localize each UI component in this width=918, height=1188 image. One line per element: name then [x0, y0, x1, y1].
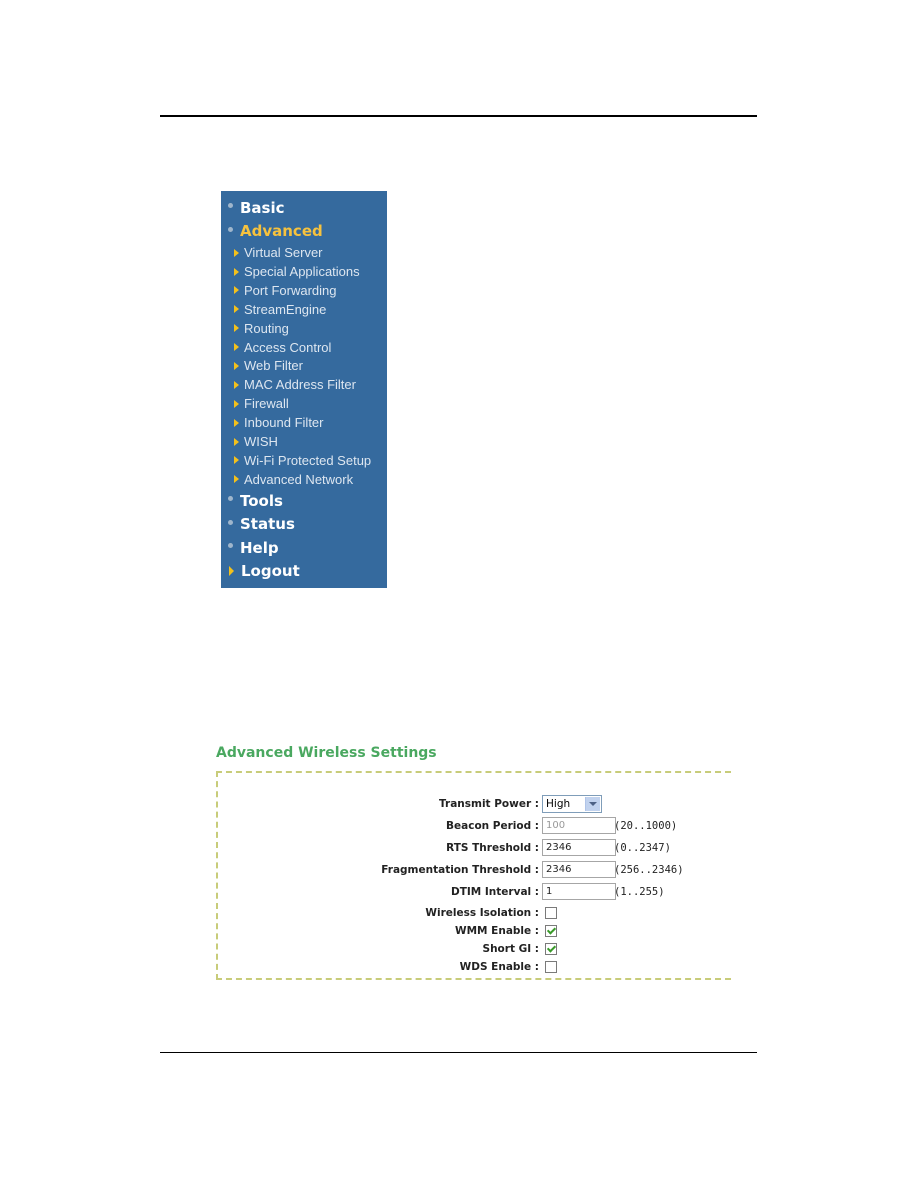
transmit-power-row: Transmit Power : High — [218, 795, 731, 813]
arrow-right-icon — [234, 361, 239, 370]
beacon-period-row: Beacon Period : 100 (20..1000) — [218, 817, 731, 835]
bullet-dot-icon — [228, 496, 233, 502]
bullet-dot-icon — [228, 226, 233, 232]
sidebar-subitem-firewall[interactable]: Firewall — [221, 394, 387, 413]
sidebar-subitem-inbound-filter[interactable]: Inbound Filter — [221, 413, 387, 432]
bullet-dot-icon — [228, 203, 233, 209]
sidebar-subitem-label: Access Control — [244, 339, 332, 355]
arrow-right-icon — [234, 399, 239, 408]
chevron-down-icon[interactable] — [585, 797, 600, 811]
sidebar-subitem-wish[interactable]: WISH — [221, 432, 387, 451]
select-value: High — [546, 798, 571, 810]
arrow-right-icon — [234, 475, 239, 484]
arrow-right-icon — [234, 286, 239, 295]
sidebar-menu: Basic Advanced Virtual Server Special Ap… — [221, 191, 387, 588]
sidebar-subitem-special-applications[interactable]: Special Applications — [221, 262, 387, 281]
bullet-dot-icon — [228, 543, 233, 549]
sidebar-item-tools[interactable]: Tools — [221, 489, 387, 513]
sidebar-subitem-label: MAC Address Filter — [244, 377, 356, 393]
arrow-right-icon — [234, 324, 239, 333]
sidebar-subitem-label: Advanced Network — [244, 471, 354, 487]
sidebar-subitem-access-control[interactable]: Access Control — [221, 338, 387, 357]
sidebar-item-label: Advanced — [240, 222, 323, 241]
sidebar-subitem-streamengine[interactable]: StreamEngine — [221, 300, 387, 319]
sidebar-subitem-routing[interactable]: Routing — [221, 319, 387, 338]
rts-threshold-input[interactable]: 2346 — [542, 839, 616, 856]
section-title: Advanced Wireless Settings — [216, 745, 437, 761]
sidebar-item-label: Basic — [240, 198, 285, 217]
sidebar-subitem-label: Routing — [244, 320, 289, 336]
field-range-hint: (20..1000) — [614, 820, 678, 832]
wds-enable-checkbox[interactable] — [545, 961, 557, 973]
arrow-right-icon — [234, 456, 239, 465]
field-range-hint: (1..255) — [614, 886, 665, 898]
arrow-right-icon — [234, 437, 239, 446]
header-rule — [160, 115, 757, 117]
field-range-hint: (256..2346) — [614, 864, 684, 876]
sidebar-subitem-label: Special Applications — [244, 264, 360, 280]
sidebar-item-label: Status — [240, 515, 295, 534]
sidebar-item-help[interactable]: Help — [221, 536, 387, 560]
arrow-right-icon — [234, 267, 239, 276]
wireless-isolation-checkbox[interactable] — [545, 907, 557, 919]
field-range-hint: (0..2347) — [614, 842, 671, 854]
arrow-right-icon — [234, 248, 239, 257]
sidebar-subitem-web-filter[interactable]: Web Filter — [221, 357, 387, 376]
sidebar-subitem-port-forwarding[interactable]: Port Forwarding — [221, 281, 387, 300]
sidebar-item-logout[interactable]: Logout — [221, 560, 387, 584]
sidebar-subitem-virtual-server[interactable]: Virtual Server — [221, 243, 387, 262]
fragmentation-threshold-input[interactable]: 2346 — [542, 861, 616, 878]
sidebar-subitem-wifi-protected-setup[interactable]: Wi-Fi Protected Setup — [221, 451, 387, 470]
sidebar-item-advanced[interactable]: Advanced — [221, 220, 387, 244]
field-label: Short GI : — [482, 943, 539, 955]
sidebar-subitem-advanced-network[interactable]: Advanced Network — [221, 470, 387, 489]
sidebar-subitem-label: StreamEngine — [244, 301, 327, 317]
sidebar-item-label: Logout — [241, 562, 300, 581]
field-label: Transmit Power : — [439, 798, 539, 810]
arrow-right-icon — [234, 305, 239, 314]
advanced-wireless-settings-panel: Transmit Power : High Beacon Period : 10… — [216, 771, 731, 980]
sidebar-item-status[interactable]: Status — [221, 512, 387, 536]
wireless-isolation-row: Wireless Isolation : — [218, 904, 731, 922]
field-label: WMM Enable : — [455, 925, 539, 937]
short-gi-checkbox[interactable] — [545, 943, 557, 955]
wmm-enable-checkbox[interactable] — [545, 925, 557, 937]
beacon-period-input[interactable]: 100 — [542, 817, 616, 834]
bullet-dot-icon — [228, 519, 233, 525]
transmit-power-select[interactable]: High — [542, 795, 602, 813]
sidebar-subitem-label: Inbound Filter — [244, 415, 324, 431]
sidebar-subitem-label: Firewall — [244, 396, 289, 412]
field-label: Beacon Period : — [446, 820, 539, 832]
sidebar-subitem-label: Wi-Fi Protected Setup — [244, 452, 372, 468]
sidebar-subitem-mac-address-filter[interactable]: MAC Address Filter — [221, 375, 387, 394]
arrow-right-icon — [234, 380, 239, 389]
sidebar-item-label: Help — [240, 538, 279, 557]
short-gi-row: Short GI : — [218, 940, 731, 958]
dtim-interval-row: DTIM Interval : 1 (1..255) — [218, 883, 731, 901]
dtim-interval-input[interactable]: 1 — [542, 883, 616, 900]
sidebar-subitem-label: Web Filter — [244, 358, 303, 374]
footer-rule — [160, 1052, 757, 1053]
sidebar-subitem-label: Virtual Server — [244, 245, 323, 261]
field-label: WDS Enable : — [459, 961, 539, 973]
sidebar-subitem-label: WISH — [244, 434, 278, 450]
field-label: DTIM Interval : — [451, 886, 539, 898]
field-label: RTS Threshold : — [446, 842, 539, 854]
sidebar-item-basic[interactable]: Basic — [221, 196, 387, 220]
sidebar-subitem-label: Port Forwarding — [244, 282, 337, 298]
sidebar-item-label: Tools — [240, 491, 283, 510]
arrow-right-icon — [234, 343, 239, 352]
wmm-enable-row: WMM Enable : — [218, 922, 731, 940]
fragmentation-threshold-row: Fragmentation Threshold : 2346 (256..234… — [218, 861, 731, 879]
rts-threshold-row: RTS Threshold : 2346 (0..2347) — [218, 839, 731, 857]
wds-enable-row: WDS Enable : — [218, 958, 731, 976]
field-label: Fragmentation Threshold : — [381, 864, 539, 876]
arrow-right-icon — [229, 566, 234, 577]
arrow-right-icon — [234, 418, 239, 427]
field-label: Wireless Isolation : — [425, 907, 539, 919]
